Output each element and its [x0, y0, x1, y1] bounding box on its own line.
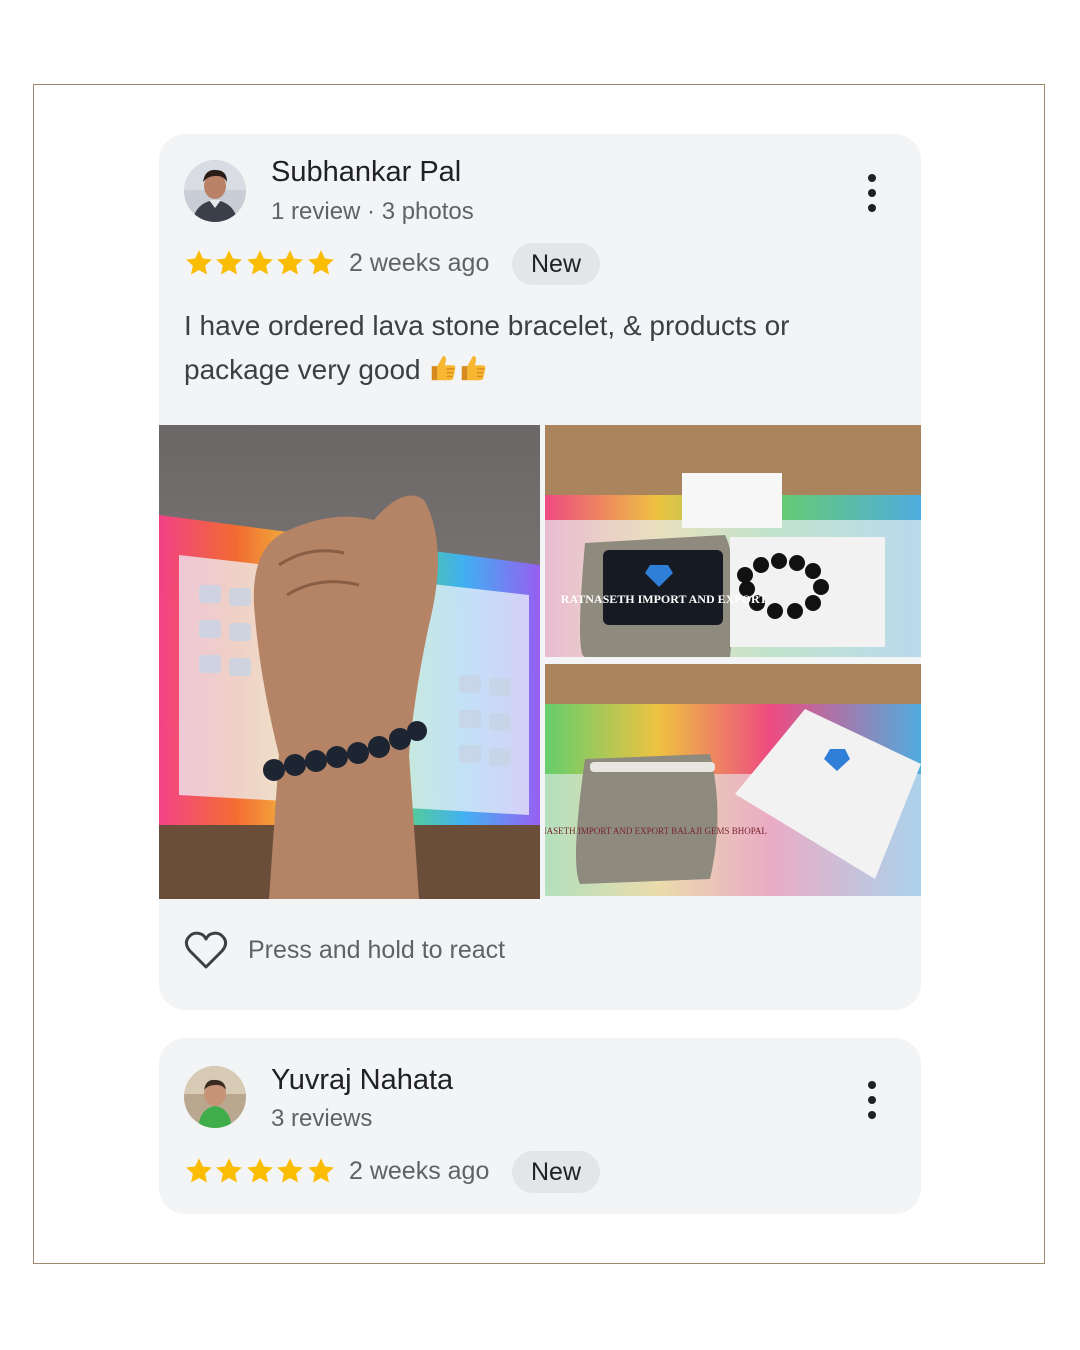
- star-icon: [246, 250, 273, 275]
- review-card: Yuvraj Nahata 3 reviews 2 weeks ago New: [159, 1038, 921, 1214]
- star-rating: [184, 248, 336, 278]
- photo-pouch-and-box[interactable]: RATNASETH IMPORT AND EXPORT BALAJI GEMS …: [545, 664, 921, 896]
- star-icon: [216, 250, 243, 275]
- photo2-brand-text: RATNASETH IMPORT AND EXPORT: [561, 592, 767, 606]
- review-card: Subhankar Pal 1 review · 3 photos 2 week…: [159, 134, 921, 1010]
- avatar-image: [184, 160, 246, 222]
- review-time: 2 weeks ago: [349, 249, 490, 277]
- photo-wrist-bracelet[interactable]: [159, 425, 540, 899]
- review-time: 2 weeks ago: [349, 1157, 490, 1185]
- star-icon: [186, 1158, 212, 1183]
- new-badge: New: [512, 1151, 600, 1193]
- star-icon: [277, 250, 304, 275]
- review-text: I have ordered lava stone bracelet, & pr…: [184, 304, 894, 392]
- react-row[interactable]: Press and hold to react: [184, 930, 505, 970]
- reviewer-name[interactable]: Yuvraj Nahata: [271, 1064, 453, 1097]
- heart-outline-icon[interactable]: [184, 930, 228, 970]
- star-icon: [307, 250, 334, 275]
- more-vert-icon[interactable]: [867, 1081, 877, 1119]
- photo-pouch-and-bracelet[interactable]: RATNASETH IMPORT AND EXPORT: [545, 425, 921, 657]
- thumbs-up-emoji: [432, 355, 456, 381]
- star-icon: [246, 1158, 273, 1183]
- reviewer-meta: 1 review · 3 photos: [271, 198, 474, 225]
- avatar[interactable]: [184, 160, 246, 222]
- thumbs-up-emoji: [462, 355, 486, 381]
- new-badge: New: [512, 243, 600, 285]
- avatar[interactable]: [184, 1066, 246, 1128]
- reviewer-name[interactable]: Subhankar Pal: [271, 156, 461, 189]
- star-icon: [307, 1158, 334, 1183]
- reviewer-meta: 3 reviews: [271, 1105, 373, 1132]
- star-icon: [186, 250, 212, 275]
- more-vert-icon[interactable]: [867, 174, 877, 212]
- star-icon: [277, 1158, 304, 1183]
- react-label: Press and hold to react: [248, 935, 506, 964]
- photo3-brand-text: RATNASETH IMPORT AND EXPORT BALAJI GEMS …: [545, 826, 767, 836]
- star-rating: [184, 1156, 336, 1186]
- avatar-image: [184, 1066, 246, 1128]
- star-icon: [216, 1158, 243, 1183]
